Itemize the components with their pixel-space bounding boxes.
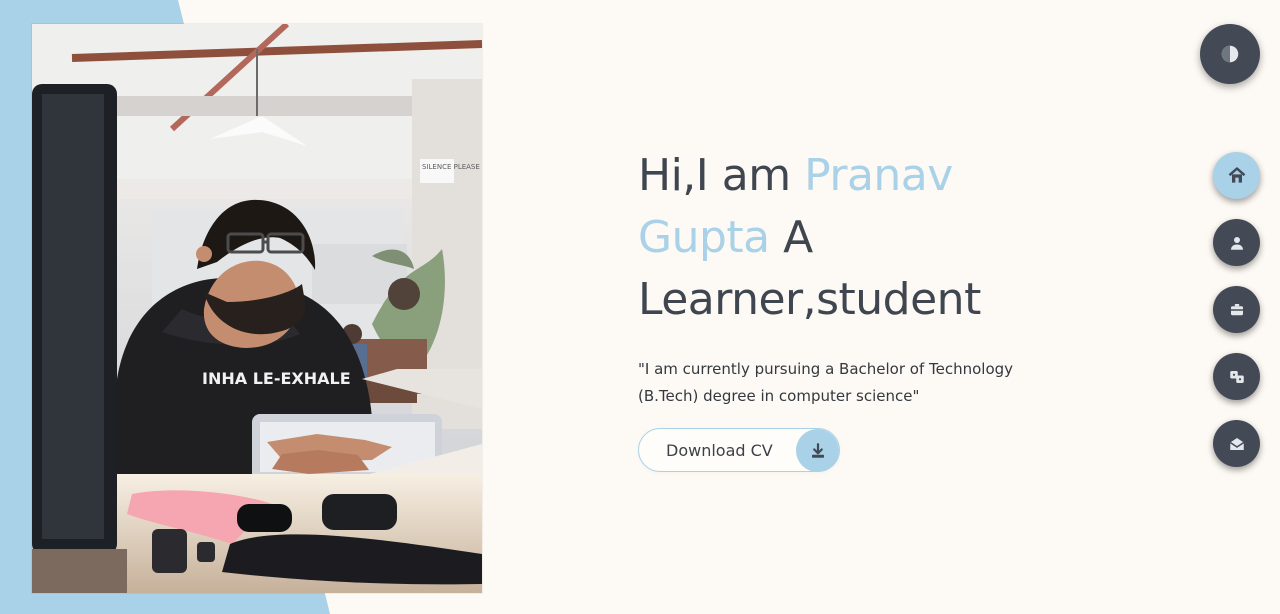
last-name: Gupta <box>638 212 770 263</box>
side-navigation <box>1213 152 1260 487</box>
first-name: Pranav <box>804 150 953 201</box>
briefcase-icon <box>1228 301 1246 319</box>
skills-icon <box>1228 368 1246 386</box>
hero-description: "I am currently pursuing a Bachelor of T… <box>638 360 1014 405</box>
user-icon <box>1228 234 1246 252</box>
theme-toggle-button[interactable] <box>1200 24 1260 84</box>
shirt-text: INHA LE-EXHALE <box>202 369 351 388</box>
silence-sign-text: SILENCE PLEASE <box>422 163 480 171</box>
hero-section: Hi,I am Pranav Gupta A Learner,student "… <box>638 145 1078 410</box>
portfolio-home-page: SILENCE PLEASE INHA LE-EXHALE Hi,I am Pr… <box>0 0 1280 614</box>
nav-home-button[interactable] <box>1213 152 1260 199</box>
role-text: Learner,student <box>638 274 981 325</box>
home-icon <box>1227 166 1247 186</box>
connector-text: A <box>783 212 813 263</box>
profile-photo-illustration: SILENCE PLEASE INHA LE-EXHALE <box>32 24 482 593</box>
download-cv-label: Download CV <box>666 440 773 460</box>
download-cv-button[interactable]: Download CV <box>638 428 840 472</box>
nav-portfolio-button[interactable] <box>1213 286 1260 333</box>
profile-photo: SILENCE PLEASE INHA LE-EXHALE <box>32 24 482 593</box>
nav-skills-button[interactable] <box>1213 353 1260 400</box>
mail-open-icon <box>1228 435 1246 453</box>
download-icon <box>796 429 839 472</box>
hero-title: Hi,I am Pranav Gupta A Learner,student <box>638 145 1078 331</box>
theme-toggle-icon <box>1219 43 1241 65</box>
nav-contact-button[interactable] <box>1213 420 1260 467</box>
greeting-text: Hi,I am <box>638 150 791 201</box>
nav-about-button[interactable] <box>1213 219 1260 266</box>
